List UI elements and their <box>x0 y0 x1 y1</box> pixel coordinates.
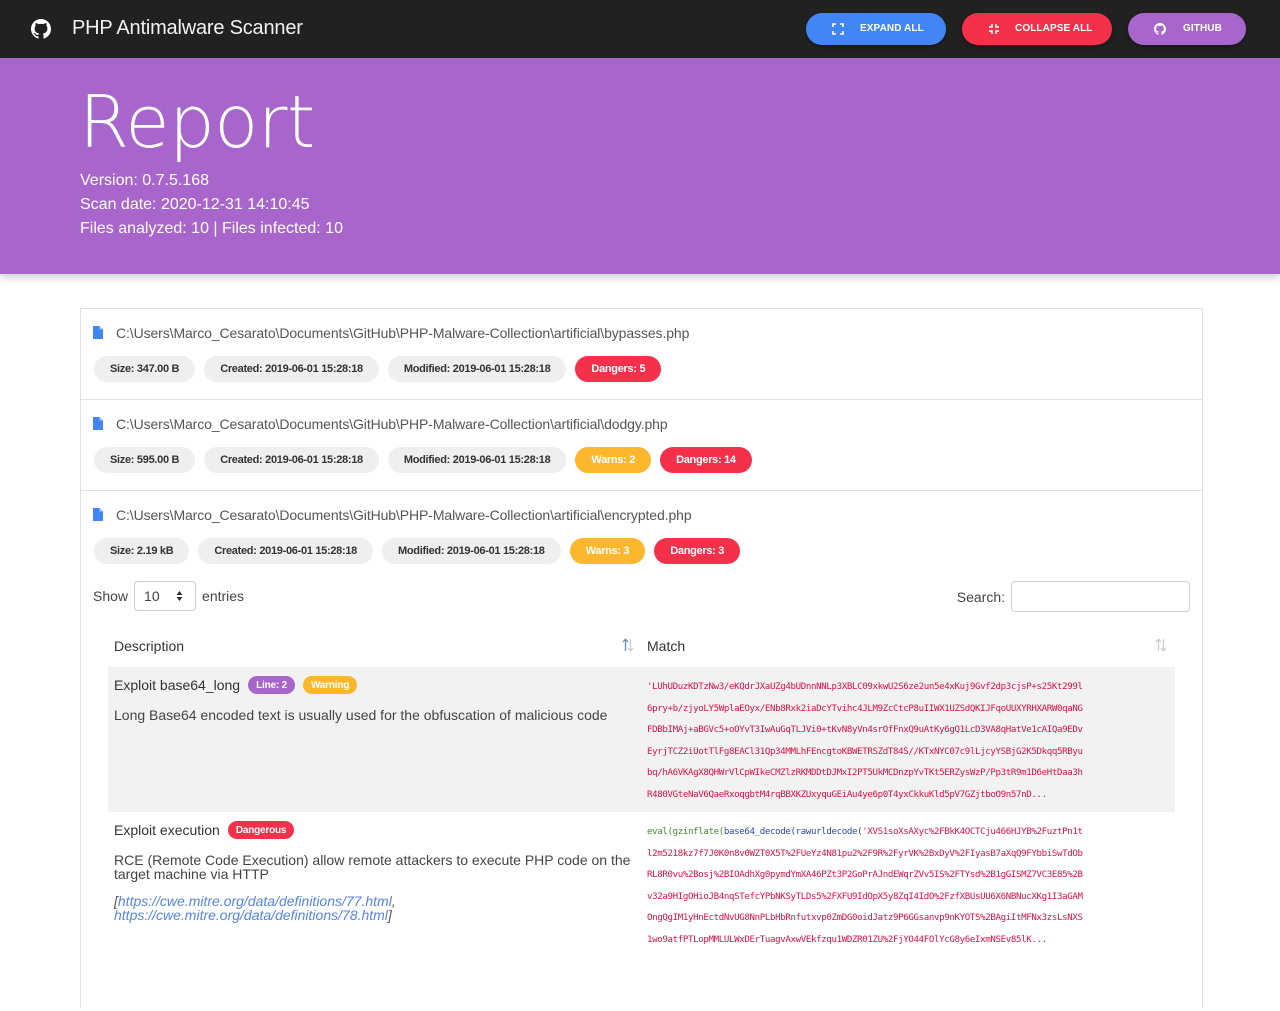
modified-chip: Modified: 2019-06-01 15:28:18 <box>382 538 561 564</box>
match-line: l2m5218kz7f7J0K0n8v0WZT0X5T%2FUeYz4N81pu… <box>647 848 1083 859</box>
entries-value: 10 <box>144 588 160 604</box>
match-line: OngQgIM1yHnEctdNvUG8NnPLbHbRnfutxvp0ZmDG… <box>647 913 1083 924</box>
github-label: GITHUB <box>1183 23 1222 34</box>
line-badge: Line: 2 <box>248 676 295 694</box>
description-cell: Exploit execution Dangerous RCE (Remote … <box>114 820 636 922</box>
match-line: v32a9HIgOHioJB4nqSTefcYPbNKSyTLDs5%2FXFU… <box>647 891 1083 902</box>
match-line: EyrjTCZ2iUotTlFg8EACl31Qp34MMLhFEncgtoKB… <box>647 746 1083 757</box>
file-path[interactable]: C:\Users\Marco_Cesarato\Documents\GitHub… <box>116 325 689 341</box>
dangers-chip: Dangers: 5 <box>575 356 662 382</box>
scan-date-text: Scan date: 2020-12-31 14:10:45 <box>80 196 310 213</box>
size-chip: Size: 347.00 B <box>94 356 196 382</box>
created-chip: Created: 2019-06-01 15:28:18 <box>204 447 379 473</box>
collapse-all-label: COLLAPSE ALL <box>1015 23 1093 34</box>
match-line: 6pry+b/zjyoLY5WplaEOyx/ENb8Rxk2iaDcYTvih… <box>647 703 1083 714</box>
match-line: 1wo9atfPTLopMMLULWxDErTuagvAxwVEkfzqu1WD… <box>647 934 1047 945</box>
table-header: Description Match <box>108 625 1175 667</box>
match-line: bq/hA6VKAgX8QHWrVlCpWIkeCMZlzRKMDDtDJMxI… <box>647 768 1083 779</box>
match-cell: 'LUhUDuzKDTzNw3/eKQdrJXaUZg4bUDnnNNLp3XB… <box>647 677 1175 807</box>
app-title: PHP Antimalware Scanner <box>72 17 303 39</box>
github-icon <box>1154 23 1166 35</box>
files-summary-text: Files analyzed: 10 | Files infected: 10 <box>80 220 343 237</box>
table-row: Exploit execution Dangerous RCE (Remote … <box>108 812 1175 958</box>
show-label: Show <box>93 588 129 604</box>
file-meta: Size: 595.00 B Created: 2019-06-01 15:28… <box>94 447 752 473</box>
select-arrows-icon <box>176 591 183 601</box>
dangers-chip: Dangers: 3 <box>654 538 741 564</box>
expand-icon <box>832 23 844 35</box>
expand-all-button[interactable]: EXPAND ALL <box>806 13 946 45</box>
file-icon <box>93 508 103 521</box>
match-line: FDBbIMAj+aBGVc5+oOYvT3IwAuGqTLJVi0+tKvN8… <box>647 725 1083 736</box>
results-list: C:\Users\Marco_Cesarato\Documents\GitHub… <box>80 308 1203 1008</box>
table-row: Exploit base64_long Line: 2 Warning Long… <box>108 667 1175 812</box>
rule-description: RCE (Remote Code Execution) allow remote… <box>114 852 631 882</box>
file-path[interactable]: C:\Users\Marco_Cesarato\Documents\GitHub… <box>116 416 668 432</box>
code-function: base64_decode( <box>723 827 796 837</box>
file-icon <box>93 417 103 430</box>
sort-icon <box>1155 638 1167 652</box>
github-icon[interactable] <box>31 19 51 39</box>
navbar: PHP Antimalware Scanner EXPAND ALL COLLA… <box>0 0 1280 58</box>
reference-link[interactable]: https://cwe.mitre.org/data/definitions/7… <box>114 907 388 923</box>
sort-icon <box>622 638 634 652</box>
file-path[interactable]: C:\Users\Marco_Cesarato\Documents\GitHub… <box>116 507 692 523</box>
size-chip: Size: 2.19 kB <box>94 538 190 564</box>
match-line: eval(gzinflate(base64_decode(rawurldecod… <box>647 822 1175 844</box>
match-line: 'LUhUDuzKDTzNw3/eKQdrJXaUZg4bUDnnNNLp3XB… <box>647 682 1083 692</box>
file-meta: Size: 2.19 kB Created: 2019-06-01 15:28:… <box>94 538 741 564</box>
created-chip: Created: 2019-06-01 15:28:18 <box>204 356 379 382</box>
modified-chip: Modified: 2019-06-01 15:28:18 <box>387 447 567 473</box>
file-icon <box>93 326 103 339</box>
warns-chip: Warns: 2 <box>575 447 652 473</box>
reference-links: [https://cwe.mitre.org/data/definitions/… <box>114 893 396 923</box>
file-meta: Size: 347.00 B Created: 2019-06-01 15:28… <box>94 356 662 382</box>
page-title: Report <box>79 80 315 164</box>
detections-table: Description Match Exploit base64_long Li… <box>108 625 1175 958</box>
match-cell: eval(gzinflate(base64_decode(rawurldecod… <box>647 822 1175 952</box>
description-cell: Exploit base64_long Line: 2 Warning Long… <box>114 675 636 722</box>
entries-length-control: Show 10 entries <box>93 581 244 611</box>
entries-label: entries <box>202 588 245 604</box>
code-function: gzinflate( <box>672 827 725 837</box>
column-label: Match <box>647 638 686 654</box>
code-function: eval( <box>647 827 673 837</box>
column-label: Description <box>114 638 185 654</box>
file-item-expanded[interactable]: C:\Users\Marco_Cesarato\Documents\GitHub… <box>81 491 1202 1011</box>
size-chip: Size: 595.00 B <box>94 447 196 473</box>
expand-all-label: EXPAND ALL <box>860 23 924 34</box>
rule-description: Long Base64 encoded text is usually used… <box>114 707 608 723</box>
created-chip: Created: 2019-06-01 15:28:18 <box>198 538 373 564</box>
file-item[interactable]: C:\Users\Marco_Cesarato\Documents\GitHub… <box>81 400 1202 491</box>
column-header-match[interactable]: Match <box>641 625 1175 667</box>
search-input[interactable] <box>1011 581 1190 612</box>
dangerous-badge: Dangerous <box>227 821 295 839</box>
table-search: Search: <box>957 581 1190 612</box>
collapse-icon <box>989 24 999 34</box>
rule-title: Exploit base64_long <box>114 677 241 693</box>
warning-badge: Warning <box>302 676 358 694</box>
file-item[interactable]: C:\Users\Marco_Cesarato\Documents\GitHub… <box>81 309 1202 400</box>
code-string: 'XVS1soXsAXyc%2FBkK4OCTCju466HJYB%2FuztP… <box>862 827 1083 837</box>
search-label: Search: <box>956 588 1005 605</box>
warns-chip: Warns: 3 <box>569 538 646 564</box>
entries-select[interactable]: 10 <box>134 581 197 611</box>
match-line: RL8R0vu%2Bosj%2BIOAdhXg0pymdYmXA46PZt3P2… <box>647 870 1083 881</box>
rule-title: Exploit execution <box>114 822 220 838</box>
version-text: Version: 0.7.5.168 <box>80 172 209 189</box>
modified-chip: Modified: 2019-06-01 15:28:18 <box>387 356 567 382</box>
collapse-all-button[interactable]: COLLAPSE ALL <box>962 13 1112 45</box>
code-function: rawurldecode( <box>795 827 863 837</box>
column-header-description[interactable]: Description <box>108 625 638 667</box>
dangers-chip: Dangers: 14 <box>660 447 752 473</box>
github-button[interactable]: GITHUB <box>1128 13 1246 45</box>
match-line: R480VGteNaV6QaeRxoqgbtM4rqBBXKZUxyquGEiA… <box>647 789 1047 800</box>
report-header: Report Version: 0.7.5.168 Scan date: 202… <box>0 58 1280 274</box>
